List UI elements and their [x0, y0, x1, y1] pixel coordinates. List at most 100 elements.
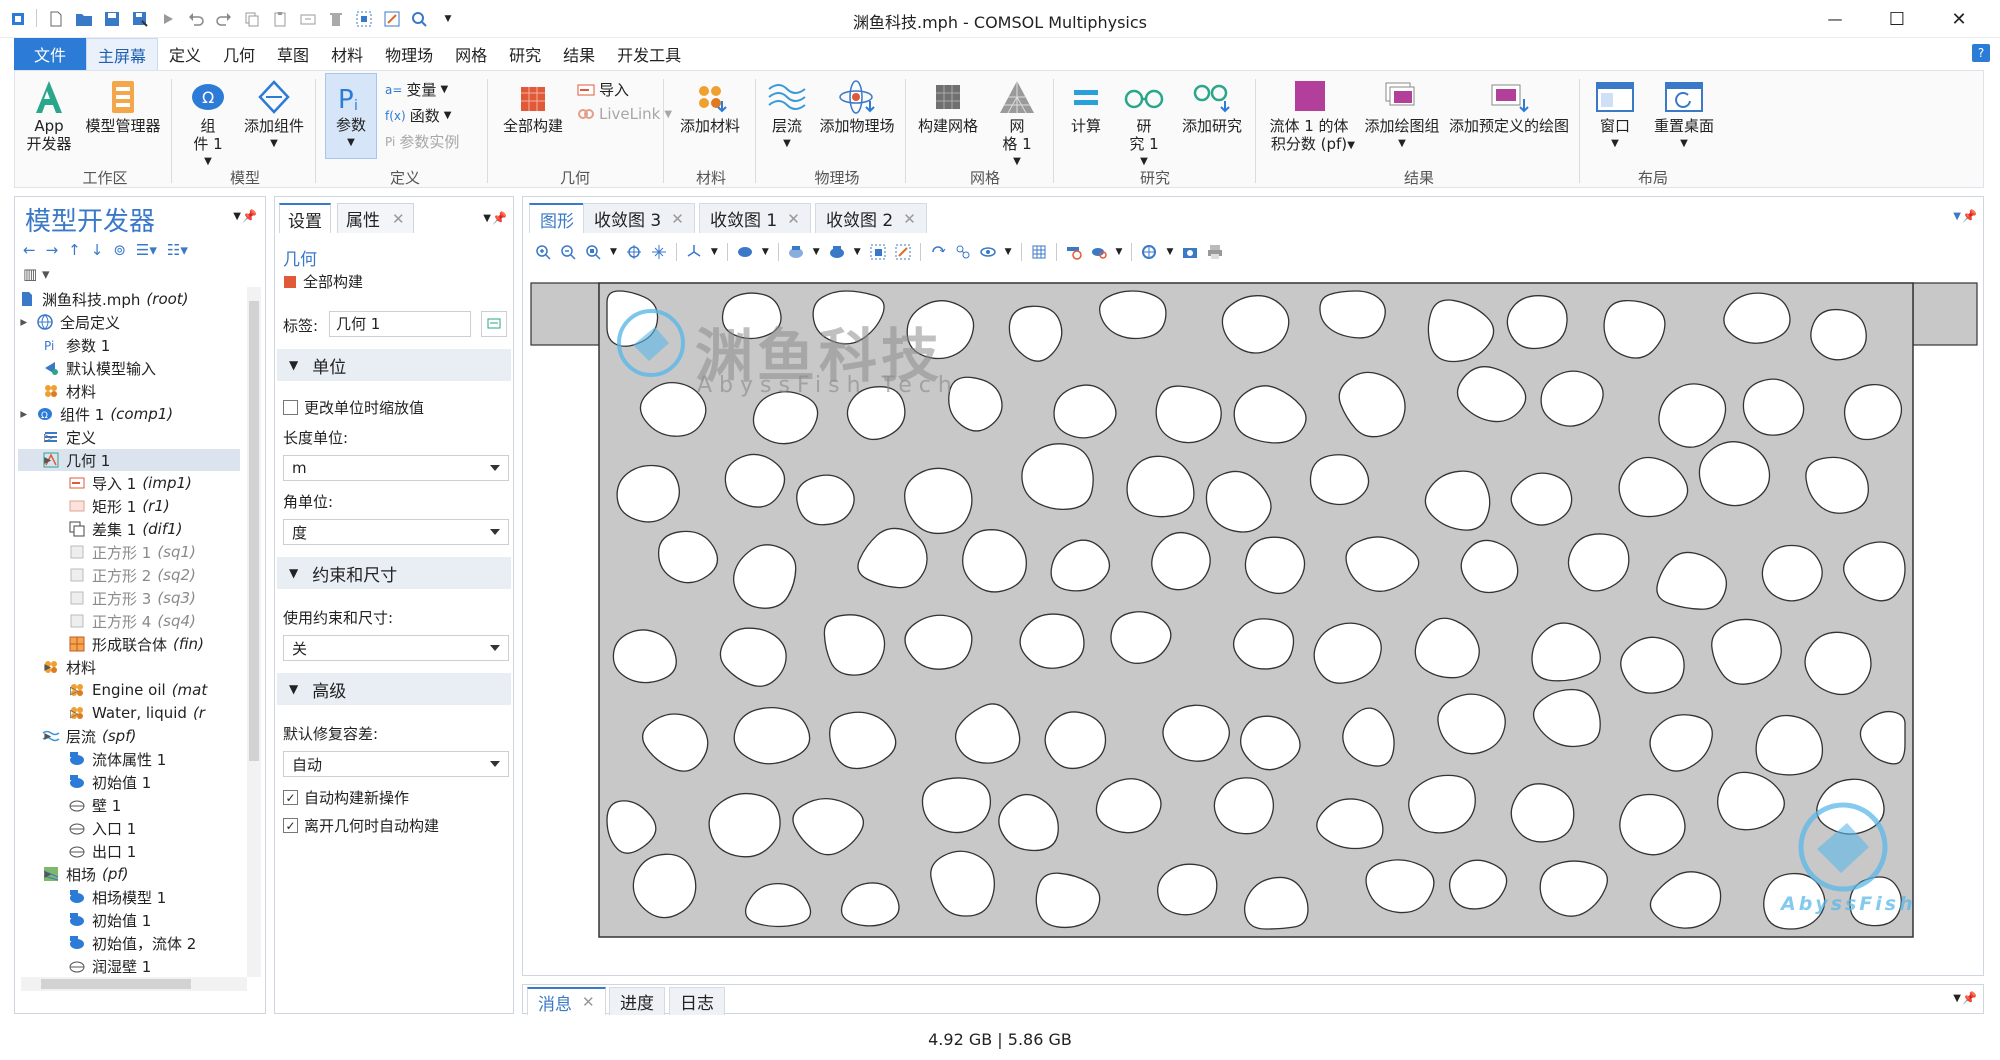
pin-icon[interactable]: 📌	[1962, 209, 1977, 223]
tab-convergence-3[interactable]: 收敛图 3 ✕	[583, 203, 695, 233]
add-plot-group-button[interactable]: 添加绘图组 ▼	[1361, 79, 1443, 153]
hide-objects-icon[interactable]	[1066, 244, 1082, 260]
label-input[interactable]: 几何 1	[329, 311, 471, 337]
tab-log[interactable]: 日志	[669, 987, 725, 1015]
tree-node[interactable]: 形成联合体 (fin)	[18, 633, 240, 655]
auto-build-leave-checkbox[interactable]: ✓ 离开几何时自动构建	[283, 815, 439, 836]
tree-node[interactable]: 入口 1	[18, 817, 240, 839]
tree-view-options-icon[interactable]: ▥ ▾	[23, 265, 49, 283]
import-button[interactable]: 导入	[577, 79, 629, 100]
pin-icon[interactable]: 📌	[492, 211, 507, 225]
expand-arrow-icon[interactable]: ▲	[19, 411, 29, 418]
tree-node[interactable]: ▲ 几何 1	[18, 449, 240, 471]
close-icon[interactable]: ✕	[392, 210, 405, 228]
menu-physics[interactable]: 物理场	[374, 38, 444, 70]
expand-arrow-icon[interactable]: ▲	[43, 733, 53, 740]
tab-properties[interactable]: 属性 ✕	[337, 203, 414, 233]
tree-node[interactable]: 矩形 1 (r1)	[18, 495, 240, 517]
laminar-flow-button[interactable]: 层流 ▼	[761, 79, 813, 153]
tree-hscrollbar-thumb[interactable]	[41, 979, 191, 989]
axis-orientation-icon[interactable]	[686, 244, 702, 260]
tree-node[interactable]: ▷ 定义	[18, 426, 240, 448]
menu-mesh[interactable]: 网格	[444, 38, 498, 70]
pin-icon[interactable]: 📌	[1962, 991, 1977, 1005]
tree-node[interactable]: 渊鱼科技.mph (root)	[18, 288, 240, 310]
tree-node[interactable]: 相场模型 1	[18, 886, 240, 908]
collapse-arrow-icon[interactable]: ▷	[44, 431, 52, 444]
minimize-button[interactable]: —	[1810, 4, 1860, 34]
reset-desktop-button[interactable]: 重置桌面 ▼	[1649, 79, 1719, 153]
tab-convergence-1[interactable]: 收敛图 1 ✕	[699, 203, 811, 233]
render-scene-icon[interactable]	[1141, 244, 1157, 260]
clear-selection-icon[interactable]	[955, 244, 971, 260]
maximize-button[interactable]: ☐	[1872, 4, 1922, 34]
panel-menu-icon[interactable]: ▼	[1953, 993, 1961, 1004]
parameters-button[interactable]: Pi 参数 ▼	[325, 73, 377, 159]
scale-values-box[interactable]	[283, 400, 298, 415]
add-material-button[interactable]: 添加材料	[671, 79, 749, 135]
parameter-case-button[interactable]: Pi 参数实例	[385, 131, 459, 152]
collapse-arrow-icon[interactable]: ▷	[70, 684, 78, 697]
menu-home[interactable]: 主屏幕	[86, 38, 159, 70]
tree-node[interactable]: 正方形 4 (sq4)	[18, 610, 240, 632]
move-up-icon[interactable]: ↑	[68, 241, 81, 259]
select-objects-icon[interactable]	[737, 244, 753, 260]
forward-icon[interactable]: →	[46, 241, 59, 259]
tree-node[interactable]: 壁 1	[18, 794, 240, 816]
auto-build-new-checkbox[interactable]: ✓ 自动构建新操作	[283, 787, 409, 808]
scale-values-checkbox[interactable]: 更改单位时缩放值	[283, 397, 424, 418]
menu-sketch[interactable]: 草图	[266, 38, 320, 70]
tree-hscrollbar[interactable]	[21, 977, 247, 991]
tree-node[interactable]: 初始值，流体 2	[18, 932, 240, 954]
build-all-link[interactable]: 全部构建	[283, 271, 363, 292]
tab-progress[interactable]: 进度	[609, 987, 665, 1015]
zoom-box-icon[interactable]	[585, 244, 601, 260]
length-unit-select[interactable]: m	[283, 455, 509, 481]
tree-node[interactable]: 默认模型输入	[18, 357, 240, 379]
tree-node[interactable]: ▲ 相场 (pf)	[18, 863, 240, 885]
tree-node[interactable]: 流体属性 1	[18, 748, 240, 770]
tree-node[interactable]: 润湿壁 1	[18, 955, 240, 977]
label-options-button[interactable]	[481, 311, 507, 337]
expand-arrow-icon[interactable]: ▲	[19, 319, 29, 326]
zoom-extents-icon[interactable]	[626, 244, 642, 260]
variables-button[interactable]: a= 变量 ▼	[385, 79, 448, 100]
expand-arrow-icon[interactable]: ▲	[43, 457, 53, 464]
camera-icon[interactable]	[1182, 244, 1198, 260]
add-predefined-plot-button[interactable]: 添加预定义的绘图	[1445, 79, 1573, 135]
tab-messages[interactable]: 消息 ✕	[527, 987, 606, 1015]
build-mesh-button[interactable]: 构建网格	[911, 79, 985, 135]
menu-results[interactable]: 结果	[552, 38, 606, 70]
livelink-button[interactable]: LiveLink ▼	[577, 105, 672, 123]
tree-node[interactable]: ▲ 层流 (spf)	[18, 725, 240, 747]
close-icon[interactable]: ✕	[671, 210, 684, 228]
use-constraints-select[interactable]: 关	[283, 635, 509, 661]
menu-developer[interactable]: 开发工具	[606, 38, 692, 70]
view-options-icon[interactable]	[979, 244, 996, 260]
print-icon[interactable]	[1207, 244, 1223, 260]
tree-node[interactable]: 材料	[18, 380, 240, 402]
dropdown-arrow-icon[interactable]: ▼	[854, 247, 861, 257]
dropdown-arrow-icon[interactable]: ▼	[711, 247, 718, 257]
expand-icon[interactable]: ☰▾	[136, 241, 157, 259]
dropdown-arrow-icon[interactable]: ▼	[762, 247, 769, 257]
tree-node[interactable]: ▲ 全局定义	[18, 311, 240, 333]
auto-build-new-box[interactable]: ✓	[283, 790, 298, 805]
pin-icon[interactable]: 📌	[242, 209, 257, 223]
tree-node[interactable]: ▷ Water, liquid (r	[18, 702, 240, 724]
tree-node[interactable]: ▲ 材料	[18, 656, 240, 678]
dropdown-arrow-icon[interactable]: ▼	[610, 247, 617, 257]
close-icon[interactable]: ✕	[787, 210, 800, 228]
component-button[interactable]: Ω 组 件 1 ▼	[181, 79, 235, 171]
collapse-arrow-icon[interactable]: ▷	[70, 707, 78, 720]
tree-node[interactable]: ▲ Ω 组件 1 (comp1)	[18, 403, 240, 425]
menu-file[interactable]: 文件	[14, 38, 86, 70]
dropdown-arrow-icon[interactable]: ▼	[1005, 247, 1012, 257]
tab-graphics[interactable]: 图形	[529, 203, 585, 233]
study1-button[interactable]: 研 究 1 ▼	[1115, 79, 1173, 171]
panel-menu-icon[interactable]: ▼	[233, 211, 241, 222]
auto-build-leave-box[interactable]: ✓	[283, 818, 298, 833]
back-icon[interactable]: ←	[23, 241, 36, 259]
expand-arrow-icon[interactable]: ▲	[43, 871, 53, 878]
section-units[interactable]: ▼ 单位	[277, 349, 511, 381]
